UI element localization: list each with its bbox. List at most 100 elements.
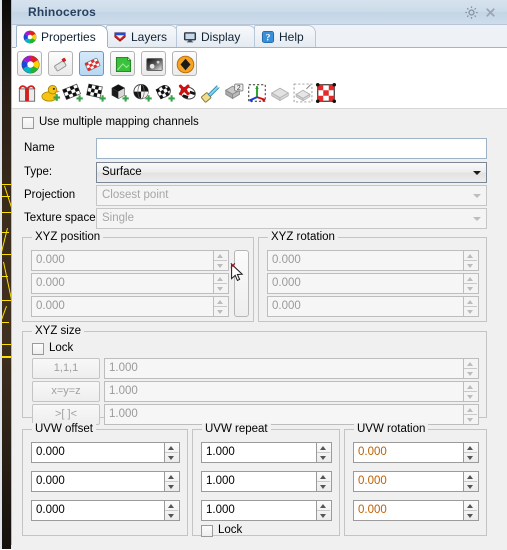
xyz-position-y-spinner[interactable]: 0.000 [31,273,229,294]
spin-up-icon[interactable] [317,472,330,482]
xyz-rotation-z-value[interactable]: 0.000 [267,296,464,317]
xyz-rotation-x-spin-buttons[interactable] [464,250,479,271]
copy-mapping-icon[interactable]: 2 [223,82,245,104]
xyz-size-equalize-button[interactable]: x=y=z [32,381,100,402]
xyz-position-x-spinner[interactable]: 0.000 [31,250,229,271]
xyz-size-x-value[interactable]: 1.000 [104,358,464,379]
spin-up-icon[interactable] [165,443,178,453]
spin-down-icon[interactable] [317,453,330,462]
color-wheel-button[interactable] [17,51,42,76]
xyz-rotation-y-value[interactable]: 0.000 [267,273,464,294]
spin-up-icon[interactable] [464,443,477,453]
spin-down-icon[interactable] [214,307,227,316]
spin-down-icon[interactable] [214,284,227,293]
rubber-duck-add-icon[interactable] [39,82,61,104]
show-mapping-widget-icon[interactable] [246,82,268,104]
xyz-rotation-z-spin-buttons[interactable] [464,296,479,317]
tab-display[interactable]: Display [176,25,256,47]
uvw-repeat-w-value[interactable]: 1.000 [201,500,317,521]
spin-up-icon[interactable] [464,359,477,369]
xyz-size-z-spin-buttons[interactable] [464,404,479,425]
projection-combobox[interactable]: Closest point [96,185,487,206]
xyz-size-z-value[interactable]: 1.000 [104,404,464,425]
close-icon[interactable] [483,5,498,20]
unwrap-mapping-icon[interactable] [292,82,314,104]
uvw-rotation-u-spinner[interactable]: 0.000 [353,442,479,463]
spin-up-icon[interactable] [214,297,227,307]
use-multiple-mapping-channels-checkbox[interactable] [22,117,34,129]
uvw-offset-v-value[interactable]: 0.000 [31,471,165,492]
uvw-offset-u-value[interactable]: 0.000 [31,442,165,463]
checker-sphere-add-icon[interactable] [131,82,153,104]
spin-up-icon[interactable] [214,274,227,284]
type-combobox[interactable]: Surface [96,162,487,183]
uvw-offset-u-spin-buttons[interactable] [165,442,180,463]
uvw-rotation-u-spin-buttons[interactable] [464,442,479,463]
uvw-repeat-v-value[interactable]: 1.000 [201,471,317,492]
spin-up-icon[interactable] [317,501,330,511]
uvw-repeat-u-spin-buttons[interactable] [317,442,332,463]
spin-down-icon[interactable] [464,284,477,293]
spin-down-icon[interactable] [165,511,178,520]
xyz-position-z-value[interactable]: 0.000 [31,296,214,317]
xyz-size-z-spinner[interactable]: 1.000 [104,404,479,425]
spin-down-icon[interactable] [464,482,477,491]
ground-plane-button[interactable] [141,51,166,76]
uvw-offset-v-spin-buttons[interactable] [165,471,180,492]
paint-match-icon[interactable] [200,82,222,104]
uvw-rotation-u-value[interactable]: 0.000 [353,442,464,463]
uvw-repeat-w-spinner[interactable]: 1.000 [201,500,332,521]
spin-up-icon[interactable] [464,382,477,392]
uvw-rotation-w-spinner[interactable]: 0.000 [353,500,479,521]
uvw-repeat-u-value[interactable]: 1.000 [201,442,317,463]
spin-up-icon[interactable] [464,501,477,511]
spin-down-icon[interactable] [317,482,330,491]
uvw-offset-v-spinner[interactable]: 0.000 [31,471,180,492]
tab-help[interactable]: ? Help [254,25,316,47]
uvw-repeat-v-spinner[interactable]: 1.000 [201,471,332,492]
uvw-repeat-v-spin-buttons[interactable] [317,471,332,492]
xyz-rotation-y-spin-buttons[interactable] [464,273,479,294]
tab-properties[interactable]: Properties [16,25,108,47]
xyz-rotation-z-spinner[interactable]: 0.000 [267,296,479,317]
xyz-position-x-value[interactable]: 0.000 [31,250,214,271]
spin-up-icon[interactable] [165,501,178,511]
spin-down-icon[interactable] [317,511,330,520]
hide-mapping-icon[interactable] [269,82,291,104]
xyz-position-z-spin-buttons[interactable] [214,296,229,317]
material-button[interactable] [48,51,73,76]
spin-up-icon[interactable] [464,472,477,482]
xyz-position-y-spin-buttons[interactable] [214,273,229,294]
xyz-size-y-value[interactable]: 1.000 [104,381,464,402]
spin-down-icon[interactable] [464,261,477,270]
uvw-offset-w-spin-buttons[interactable] [165,500,180,521]
tab-layers[interactable]: Layers [106,25,178,47]
spin-down-icon[interactable] [464,453,477,462]
xyz-position-x-spin-buttons[interactable] [214,250,229,271]
xyz-position-pick-button[interactable] [234,250,249,317]
spin-down-icon[interactable] [464,307,477,316]
uv-editor-icon[interactable] [315,82,337,104]
gear-icon[interactable] [464,5,479,20]
spin-up-icon[interactable] [165,472,178,482]
uvw-offset-w-value[interactable]: 0.000 [31,500,165,521]
spin-up-icon[interactable] [214,251,227,261]
uvw-repeat-u-spinner[interactable]: 1.000 [201,442,332,463]
uvw-rotation-v-value[interactable]: 0.000 [353,471,464,492]
spin-up-icon[interactable] [464,405,477,415]
xyz-size-y-spin-buttons[interactable] [464,381,479,402]
xyz-size-x-spinner[interactable]: 1.000 [104,358,479,379]
uvw-repeat-lock-checkbox[interactable] [201,525,213,537]
checker-square-add-icon[interactable] [85,82,107,104]
checker-delete-icon[interactable] [177,82,199,104]
checker-plane-add-icon[interactable] [62,82,84,104]
spin-up-icon[interactable] [464,297,477,307]
xyz-rotation-y-spinner[interactable]: 0.000 [267,273,479,294]
name-input[interactable] [96,138,487,159]
gift-box-icon[interactable] [16,82,38,104]
uvw-rotation-w-spin-buttons[interactable] [464,500,479,521]
xyz-size-lock-checkbox[interactable] [32,343,44,355]
object-properties-button[interactable] [172,51,197,76]
xyz-size-x-spin-buttons[interactable] [464,358,479,379]
uvw-offset-u-spinner[interactable]: 0.000 [31,442,180,463]
